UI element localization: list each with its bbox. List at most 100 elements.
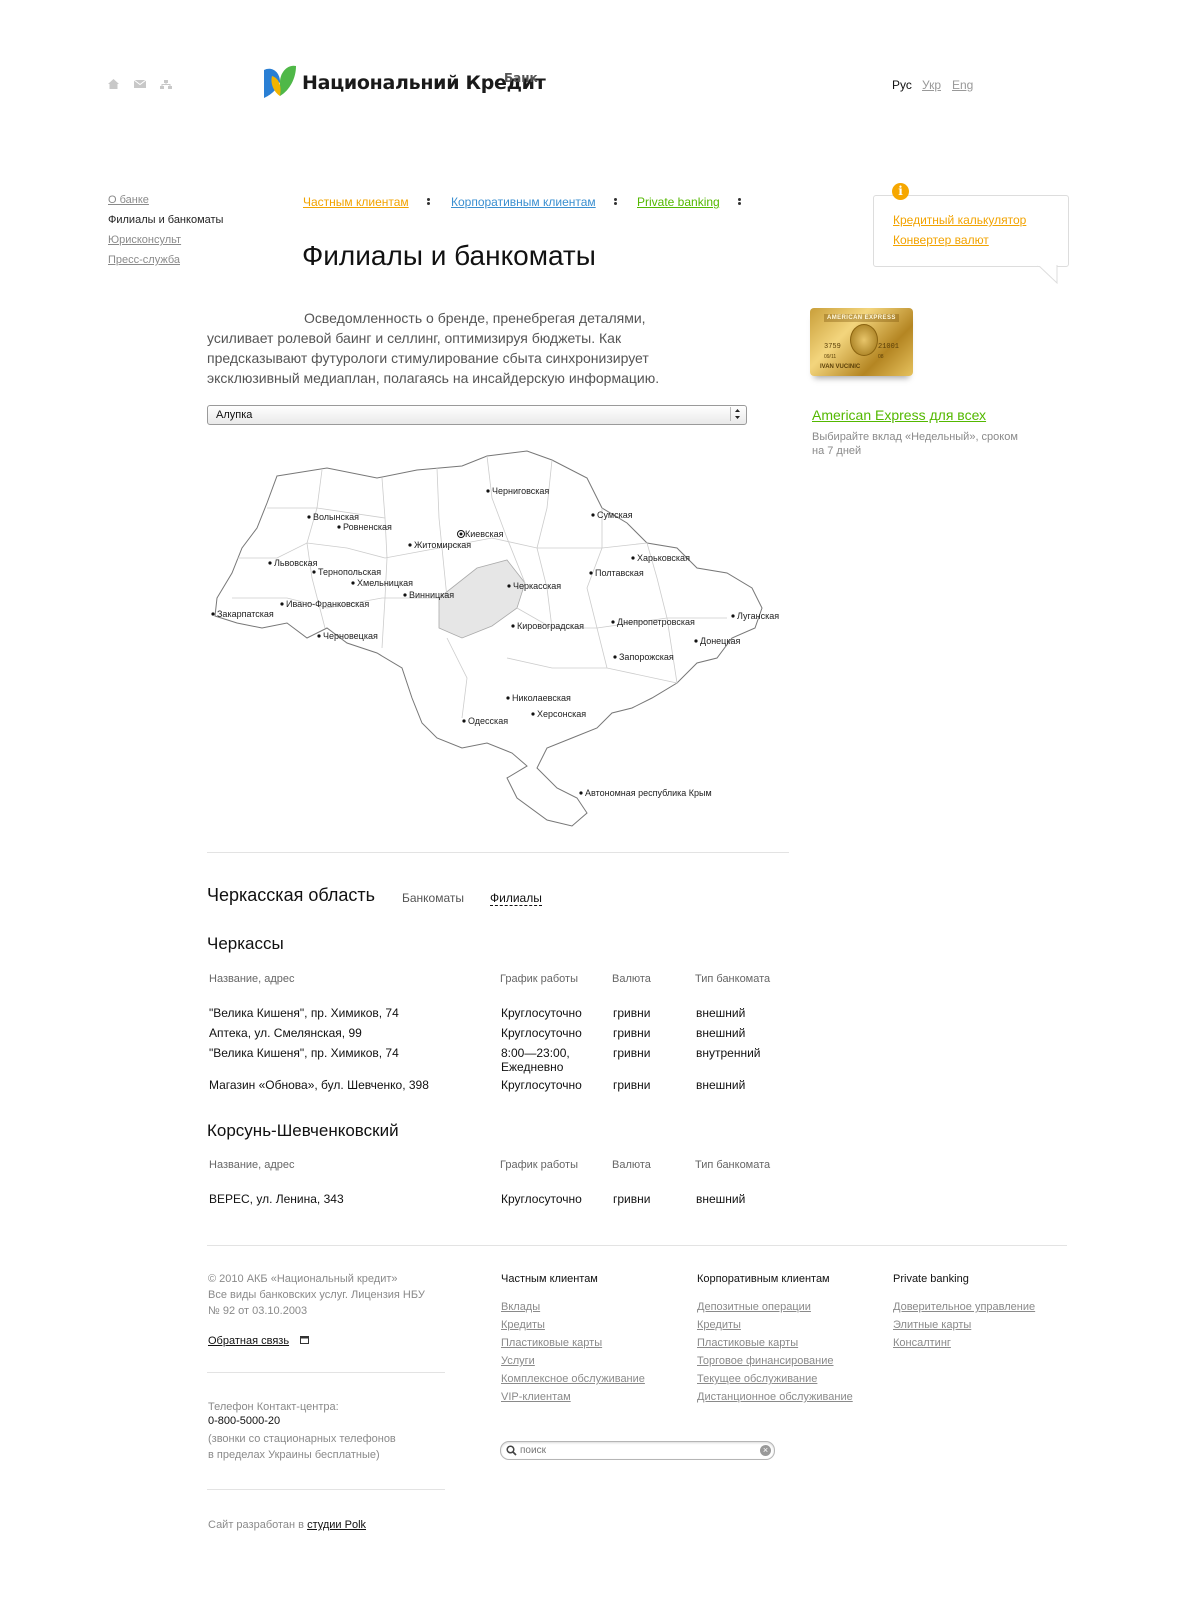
nav-corporate-menu-icon[interactable] — [614, 197, 618, 206]
map-region-label[interactable]: Киевская — [457, 529, 504, 539]
logo-emblem-icon — [264, 65, 296, 98]
amex-promo-link[interactable]: American Express для всех — [812, 407, 986, 423]
home-icon[interactable] — [108, 79, 122, 91]
map-region-label[interactable]: Закарпатская — [211, 609, 274, 619]
region-dot-icon — [268, 561, 272, 565]
region-name: Черновецкая — [323, 631, 378, 641]
footer-link[interactable]: Элитные карты — [893, 1319, 1073, 1331]
map-region-label[interactable]: Ивано-Франковская — [280, 599, 369, 609]
map-region-label[interactable]: Харьковская — [631, 553, 690, 563]
region-name: Кировоградская — [517, 621, 584, 631]
map-region-label[interactable]: Сумская — [591, 510, 633, 520]
clear-search-icon[interactable]: × — [760, 1445, 771, 1456]
footer-link[interactable]: Услуги — [501, 1355, 691, 1367]
credit-calculator-link[interactable]: Кредитный калькулятор — [893, 213, 1026, 227]
table-header: Название, адрес График работы Валюта Тип… — [209, 1159, 789, 1173]
map-region-label[interactable]: Донецкая — [694, 636, 740, 646]
map-region-label[interactable]: Тернопольская — [312, 567, 381, 577]
nav-corporate-link[interactable]: Корпоративным клиентам — [451, 195, 596, 209]
sidebar: О банке Филиалы и банкоматы Юрисконсульт… — [108, 194, 268, 274]
map-region-label[interactable]: Житомирская — [408, 540, 471, 550]
footer-link[interactable]: Дистанционное обслуживание — [697, 1391, 887, 1403]
search-input[interactable] — [520, 1443, 750, 1457]
map-region-label[interactable]: Черниговская — [486, 486, 549, 496]
map-region-label[interactable]: Николаевская — [506, 693, 571, 703]
region-dot-icon — [459, 532, 463, 536]
ukraine-map-labels: Черниговская Сумская ВолынскаяРовненская Ки… — [211, 486, 779, 798]
sitemap-icon[interactable] — [160, 80, 174, 92]
region-name: Тернопольская — [318, 567, 381, 577]
region-name: Волынская — [313, 512, 359, 522]
row-schedule: 8:00—23:00, — [501, 1046, 570, 1060]
map-region-label[interactable]: Хмельницкая — [351, 578, 413, 588]
map-region-label[interactable]: Львовская — [268, 558, 318, 568]
copyright: © 2010 АКБ «Национальный кредит» Все вид… — [208, 1271, 448, 1319]
map-region-label[interactable]: Ровненская — [337, 522, 392, 532]
footer-link[interactable]: Доверительное управление — [893, 1301, 1073, 1313]
map-region-label[interactable]: Автономная республика Крым — [579, 788, 712, 798]
region-dot-icon — [731, 614, 735, 618]
region-dot-icon — [312, 570, 316, 574]
map-region-label[interactable]: Херсонская — [531, 709, 586, 719]
region-dot-icon — [611, 620, 615, 624]
map-region-label[interactable]: Черновецкая — [317, 631, 378, 641]
nav-private-banking-link[interactable]: Private banking — [637, 195, 720, 209]
lang-ru[interactable]: Рус — [892, 78, 912, 92]
map-region-label[interactable]: Винницкая — [403, 590, 454, 600]
region-title: Черкасская область — [207, 885, 375, 905]
footer-link[interactable]: VIP-клиентам — [501, 1391, 691, 1403]
footer-link[interactable]: Вклады — [501, 1301, 691, 1313]
nav-private-menu-icon[interactable] — [427, 197, 431, 206]
region-dot-icon — [486, 489, 490, 493]
map-region-label[interactable]: Волынская — [307, 512, 359, 522]
footer-link[interactable]: Депозитные операции — [697, 1301, 887, 1313]
footer-link[interactable]: Кредиты — [501, 1319, 691, 1331]
city-select[interactable]: Алупка — [207, 405, 747, 425]
amex-card-image[interactable]: AMERICAN EXPRESS 3759 21001 09/11 08 IVA… — [810, 308, 913, 376]
map-region-label[interactable]: Кировоградская — [511, 621, 584, 631]
row-currency: гривни — [613, 1192, 651, 1206]
mail-icon[interactable] — [134, 80, 148, 92]
footer-link[interactable]: Текущее обслуживание — [697, 1373, 887, 1385]
region-name: Винницкая — [409, 590, 454, 600]
card-valid: 09/11 — [824, 354, 837, 360]
footer-link[interactable]: Кредиты — [697, 1319, 887, 1331]
nav-private-banking-menu-icon[interactable] — [738, 197, 742, 206]
map-region-label[interactable]: Черкасская — [507, 581, 561, 591]
footer-link[interactable]: Пластиковые карты — [501, 1337, 691, 1349]
row-schedule: Круглосуточно — [501, 1078, 582, 1092]
tab-atms[interactable]: Банкоматы — [402, 891, 464, 905]
lang-uk[interactable]: Укр — [922, 78, 941, 92]
map-region-label[interactable]: Одесская — [462, 716, 508, 726]
row-type: внешний — [696, 1026, 746, 1040]
region-dot-icon — [591, 513, 595, 517]
nav-private-link[interactable]: Частным клиентам — [303, 195, 409, 209]
city-title-cherkasy: Черкассы — [207, 934, 284, 953]
sidebar-item-about[interactable]: О банке — [108, 194, 149, 206]
footer-link[interactable]: Торговое финансирование — [697, 1355, 887, 1367]
region-dot-icon — [507, 584, 511, 588]
map-region-label[interactable]: Запорожская — [613, 652, 674, 662]
footer-link[interactable]: Комплексное обслуживание — [501, 1373, 691, 1385]
footer-link[interactable]: Пластиковые карты — [697, 1337, 887, 1349]
region-dot-icon — [631, 556, 635, 560]
developer-link[interactable]: студии Polk — [307, 1519, 366, 1531]
info-box-tail-icon — [1037, 264, 1058, 285]
search-box: × — [500, 1441, 775, 1460]
currency-converter-link[interactable]: Конвертер валют — [893, 233, 989, 247]
row-currency: гривни — [613, 1078, 651, 1092]
map-region-label[interactable]: Полтавская — [589, 568, 644, 578]
region-name: Одесская — [468, 716, 508, 726]
feedback-link[interactable]: Обратная связь — [208, 1335, 289, 1347]
map-region-label[interactable]: Луганская — [731, 611, 779, 621]
row-address: Аптека, ул. Смелянская, 99 — [209, 1026, 362, 1040]
sidebar-item-legal[interactable]: Юрисконсульт — [108, 234, 181, 246]
lang-en[interactable]: Eng — [952, 78, 973, 92]
sidebar-item-press[interactable]: Пресс-служба — [108, 254, 180, 266]
footer-col-corporate: Корпоративным клиентам Депозитные операц… — [697, 1273, 887, 1409]
tab-branches[interactable]: Филиалы — [490, 891, 542, 906]
top-nav: Частным клиентам Корпоративным клиентам … — [303, 193, 743, 211]
logo[interactable]: Национальний Кредит Банк — [262, 62, 552, 102]
map-region-label[interactable]: Днепропетровская — [611, 617, 695, 627]
footer-link[interactable]: Консалтинг — [893, 1337, 1073, 1349]
